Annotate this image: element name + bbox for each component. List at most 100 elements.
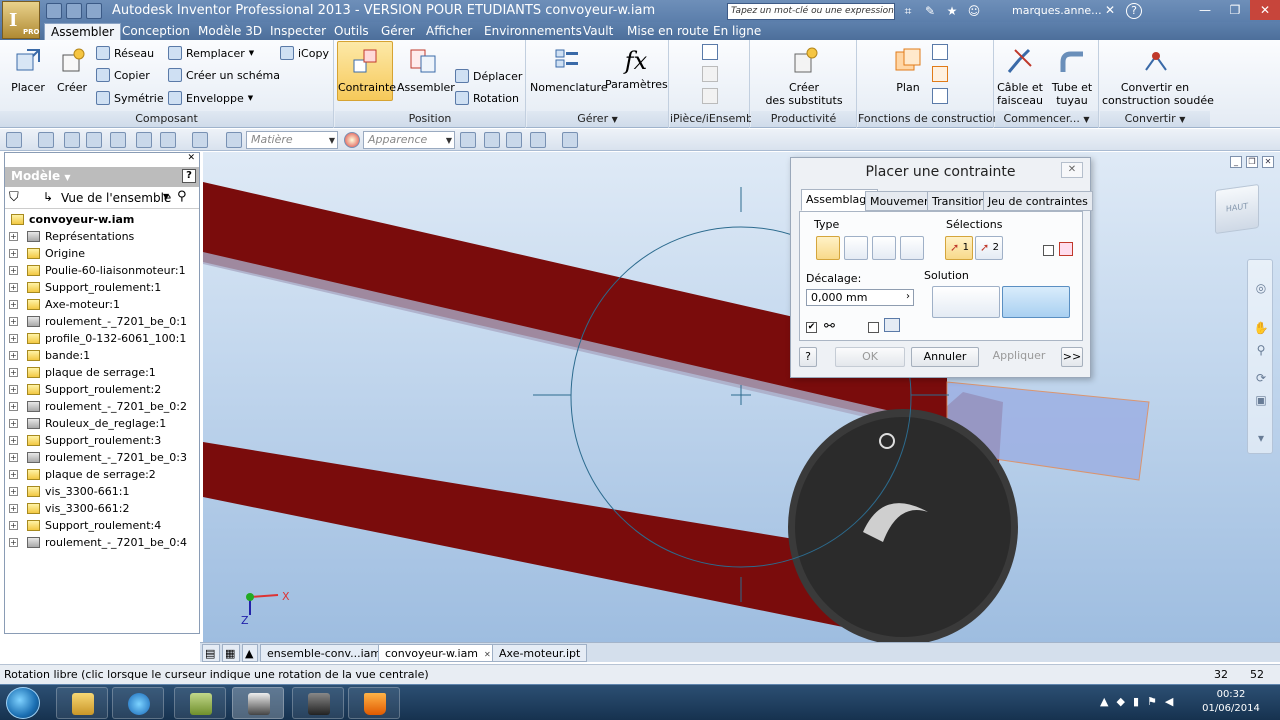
tree-node[interactable]: + Origine [5,245,199,262]
browser-view-select[interactable]: Vue de l'ensemble [61,191,171,205]
tree-node[interactable]: + profile_0-132-6061_100:1 [5,330,199,347]
material-select[interactable]: Matière ▼ [246,131,338,149]
tree-node[interactable]: + vis_3300-661:2 [5,500,199,517]
panel-title-gerer[interactable]: Gérer ▼ [527,111,668,127]
tree-node[interactable]: + Rouleux_de_reglage:1 [5,415,199,432]
expand-icon[interactable]: + [9,436,18,445]
tab-outils[interactable]: Outils [328,23,375,40]
deplacer-button[interactable]: Déplacer [455,67,522,85]
tab-gerer[interactable]: Gérer [375,23,421,40]
taskbar-vlc[interactable] [348,687,400,719]
expand-icon[interactable]: + [9,232,18,241]
binoculars-icon[interactable]: ⌗ [900,3,916,19]
tree-node[interactable]: + Support_roulement:3 [5,432,199,449]
expand-icon[interactable]: + [9,504,18,513]
minimize-button[interactable]: — [1190,0,1220,20]
help-icon[interactable]: ? [182,169,196,183]
tile-windows-icon[interactable]: ▤ [202,644,220,662]
tree-node[interactable]: + vis_3300-661:1 [5,483,199,500]
more-button[interactable]: >> [1061,347,1083,367]
expand-icon[interactable]: + [9,419,18,428]
search-input[interactable]: Tapez un mot-clé ou une expression [727,3,895,20]
cascade-windows-icon[interactable]: ▦ [222,644,240,662]
remplacer-button[interactable]: Remplacer ▼ [168,44,254,62]
tree-node[interactable]: + roulement_-_7201_be_0:3 [5,449,199,466]
doc-tab-ensemble[interactable]: ensemble-conv...iam [260,644,389,662]
new-icon[interactable] [6,132,22,148]
appearance-icon[interactable] [344,132,360,148]
filter-icon[interactable]: ⛉ [9,190,19,205]
find-icon[interactable]: ⚲ [177,189,187,204]
contrainte-button[interactable]: Contrainte [337,41,396,101]
material-icon[interactable] [226,132,242,148]
cancel-button[interactable]: Annuler [911,347,979,367]
fx-icon[interactable] [506,132,522,148]
steering-wheel-icon[interactable]: ◎ [1253,280,1269,296]
ifeature-icon[interactable] [702,88,718,104]
tree-node[interactable]: + Poulie-60-liaisonmoteur:1 [5,262,199,279]
expand-icon[interactable]: + [9,249,18,258]
help-icon[interactable]: ? [1126,3,1142,19]
expand-icon[interactable]: + [9,487,18,496]
tree-node[interactable]: + Axe-moteur:1 [5,296,199,313]
nomenclature-button[interactable]: Nomenclature [530,42,608,94]
copier-button[interactable]: Copier [96,66,150,84]
tab-conception[interactable]: Conception [116,23,196,40]
help-button[interactable]: ? [799,347,817,367]
enveloppe-button[interactable]: Enveloppe ▼ [168,89,253,107]
tree-node[interactable]: + Support_roulement:4 [5,517,199,534]
preview-checkbox[interactable]: ✔ [806,322,817,333]
restore-button[interactable]: ❐ [1220,0,1250,20]
tab-inspecter[interactable]: Inspecter [264,23,332,40]
reseau-button[interactable]: Réseau [96,44,154,62]
panel-title-convertir[interactable]: Convertir ▼ [1100,111,1210,127]
table-icon[interactable] [702,66,718,82]
solution-mate-button[interactable] [932,286,1000,318]
tree-node[interactable]: + roulement_-_7201_be_0:2 [5,398,199,415]
volume-icon[interactable]: ◀ [1165,695,1173,708]
tree-node[interactable]: + plaque de serrage:2 [5,466,199,483]
plan-button[interactable]: Plan [886,42,930,94]
pick-part-first-checkbox[interactable] [1043,245,1054,256]
axis-icon[interactable] [932,44,948,60]
tab-en-ligne[interactable]: En ligne [707,23,767,40]
taskbar-media[interactable] [292,687,344,719]
redo-icon[interactable] [110,132,126,148]
plus-icon[interactable] [562,132,578,148]
selection-1-button[interactable]: ➚ 1 [945,236,973,260]
tree-root[interactable]: convoyeur-w.iam [5,211,199,228]
cable-faisceau-button[interactable]: Câble et faisceau [997,42,1043,107]
save-icon[interactable] [86,3,102,19]
panel-title-commencer[interactable]: Commencer... ▼ [995,111,1098,127]
save-icon[interactable] [64,132,80,148]
exchange-icon[interactable]: ✕ [1102,3,1118,19]
creer-schema-button[interactable]: Créer un schéma [168,66,280,84]
tree-node[interactable]: + bande:1 [5,347,199,364]
flag-icon[interactable]: ⚑ [1147,695,1157,708]
tab-modele-3d[interactable]: Modèle 3D [192,23,268,40]
tree-node[interactable]: + roulement_-_7201_be_0:4 [5,534,199,551]
tab-afficher[interactable]: Afficher [420,23,478,40]
ok-button[interactable]: OK [835,347,905,367]
star-icon[interactable]: ★ [944,3,960,19]
appearance-select[interactable]: Apparence ▼ [363,131,455,149]
tree-node[interactable]: + Représentations [5,228,199,245]
expand-icon[interactable]: + [9,334,18,343]
mate-constraint-button[interactable] [816,236,840,260]
user-name[interactable]: marques.anne... [1012,4,1102,17]
tree-node[interactable]: + Support_roulement:1 [5,279,199,296]
expand-icon[interactable]: + [9,402,18,411]
orbit-icon[interactable]: ⟳ [1253,370,1269,386]
home-icon[interactable] [136,132,152,148]
tab-mise-en-route[interactable]: Mise en route [621,23,715,40]
tab-transition[interactable]: Transition [927,191,991,211]
doc-tab-axe-moteur[interactable]: Axe-moteur.ipt [492,644,588,662]
wrench-icon[interactable]: ✎ [922,3,938,19]
look-at-icon[interactable]: ▣ [1253,392,1269,408]
tray-app-icon[interactable]: ◆ [1116,695,1124,708]
close-icon[interactable]: ✕ [1262,156,1274,168]
customize-icon[interactable]: ▾ [1253,430,1269,446]
lower-beam[interactable] [203,442,843,627]
taskbar-ie[interactable] [112,687,164,719]
close-icon[interactable]: ✕ [484,650,491,659]
